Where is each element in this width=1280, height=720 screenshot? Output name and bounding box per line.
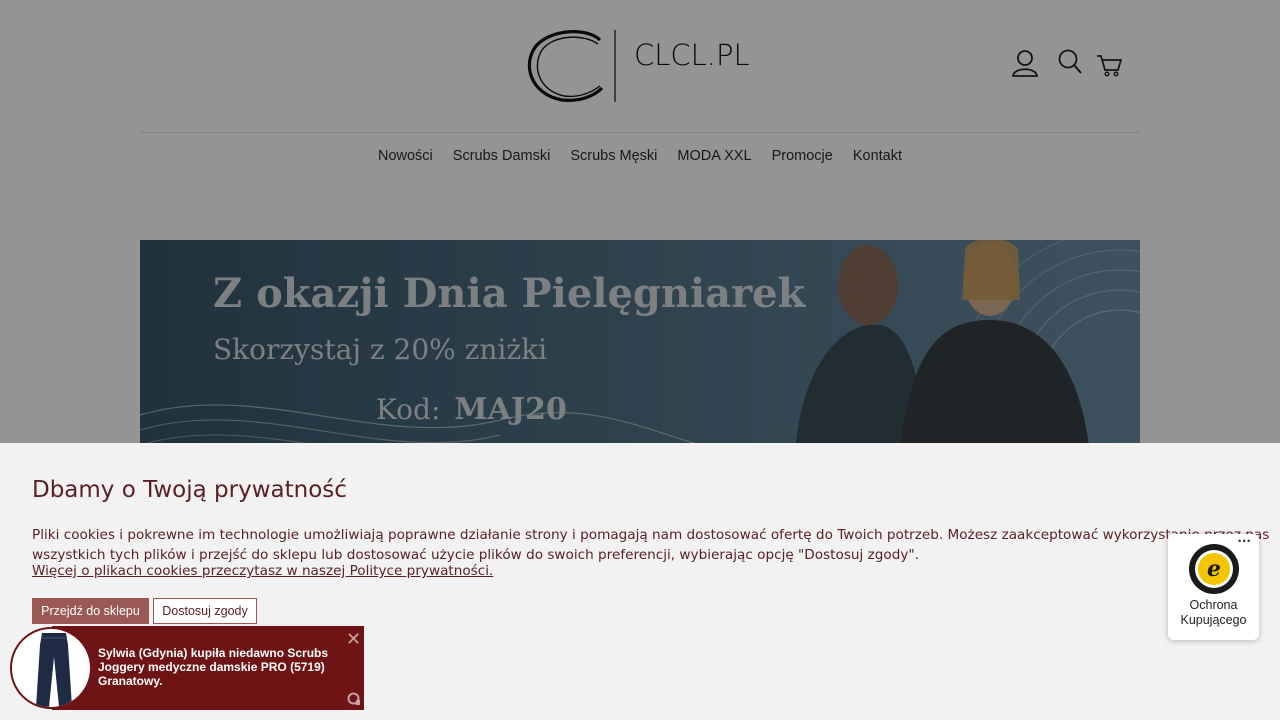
- purchase-notification[interactable]: Sylwia (Gdynia) kupiła niedawno Scrubs J…: [10, 626, 364, 710]
- accept-cookies-button[interactable]: Przejdź do sklepu: [32, 598, 149, 624]
- buyer-protection-label: Ochrona Kupującego: [1180, 598, 1247, 627]
- privacy-policy-link[interactable]: Więcej o plikach cookies przeczytasz w n…: [32, 563, 493, 579]
- cookie-description-line-2: wszystkich tych plików i przejść do skle…: [32, 547, 919, 563]
- customize-consents-button[interactable]: Dostosuj zgody: [153, 598, 257, 624]
- trusted-shops-badge[interactable]: ··· e Ochrona Kupującego: [1168, 534, 1259, 640]
- cookie-title: Dbamy o Twoją prywatność: [32, 477, 347, 503]
- notification-text: Sylwia (Gdynia) kupiła niedawno Scrubs J…: [98, 646, 329, 688]
- cookie-description-line-1: Pliki cookies i pokrewne im technologie …: [32, 527, 1270, 543]
- svg-text:e: e: [1207, 556, 1221, 582]
- product-thumbnail: [10, 627, 92, 709]
- notification-brand-icon: [347, 692, 360, 705]
- cookie-description: Pliki cookies i pokrewne im technologie …: [32, 525, 1270, 565]
- trusted-shops-seal-icon: e: [1189, 544, 1239, 594]
- close-icon[interactable]: ✕: [346, 629, 361, 650]
